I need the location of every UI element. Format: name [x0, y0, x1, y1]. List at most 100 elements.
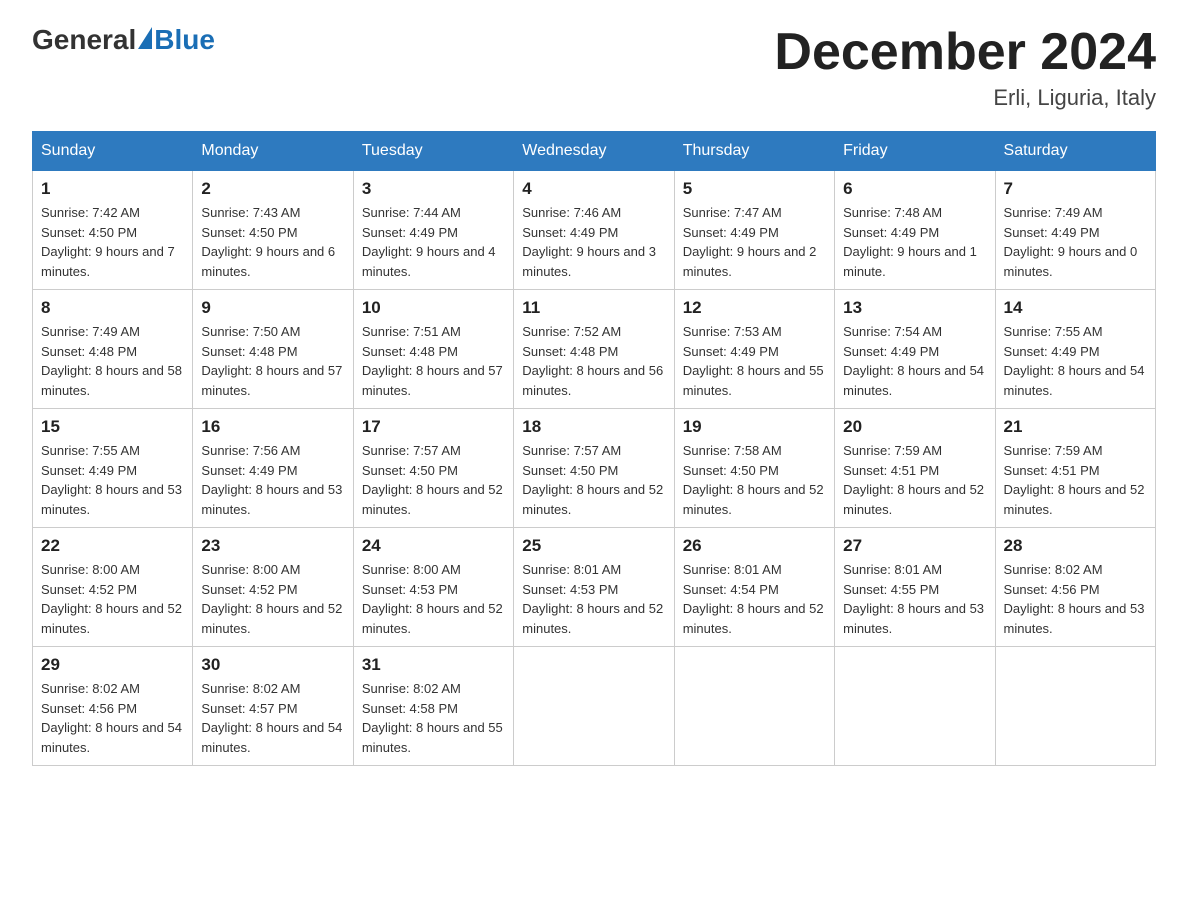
table-row: 19 Sunrise: 7:58 AMSunset: 4:50 PMDayligh… — [674, 409, 834, 528]
day-info: Sunrise: 8:01 AMSunset: 4:53 PMDaylight:… — [522, 560, 665, 638]
day-info: Sunrise: 7:55 AMSunset: 4:49 PMDaylight:… — [1004, 322, 1147, 400]
header-tuesday: Tuesday — [353, 132, 513, 171]
day-info: Sunrise: 7:55 AMSunset: 4:49 PMDaylight:… — [41, 441, 184, 519]
header-monday: Monday — [193, 132, 353, 171]
day-number: 16 — [201, 417, 344, 437]
table-row: 17Sunrise: 7:57 AMSunset: 4:50 PMDayligh… — [353, 409, 513, 528]
day-info: Sunrise: 8:02 AMSunset: 4:56 PMDaylight:… — [41, 679, 184, 757]
day-number: 9 — [201, 298, 344, 318]
day-number: 24 — [362, 536, 505, 556]
logo-triangle-icon — [138, 27, 152, 49]
table-row: 12 Sunrise: 7:53 AMSunset: 4:49 PMDayligh… — [674, 290, 834, 409]
logo: General Blue — [32, 24, 215, 56]
header-wednesday: Wednesday — [514, 132, 674, 171]
day-number: 4 — [522, 179, 665, 199]
day-info: Sunrise: 8:00 AMSunset: 4:53 PMDaylight:… — [362, 560, 505, 638]
day-number: 30 — [201, 655, 344, 675]
day-info: Sunrise: 7:49 AMSunset: 4:48 PMDaylight:… — [41, 322, 184, 400]
day-number: 7 — [1004, 179, 1147, 199]
header-friday: Friday — [835, 132, 995, 171]
day-number: 10 — [362, 298, 505, 318]
calendar-week-2: 8 Sunrise: 7:49 AMSunset: 4:48 PMDaylight… — [33, 290, 1156, 409]
day-number: 3 — [362, 179, 505, 199]
table-row: 9 Sunrise: 7:50 AMSunset: 4:48 PMDaylight… — [193, 290, 353, 409]
day-info: Sunrise: 7:51 AMSunset: 4:48 PMDaylight:… — [362, 322, 505, 400]
day-number: 14 — [1004, 298, 1147, 318]
day-info: Sunrise: 8:02 AMSunset: 4:57 PMDaylight:… — [201, 679, 344, 757]
day-number: 27 — [843, 536, 986, 556]
day-number: 12 — [683, 298, 826, 318]
day-number: 19 — [683, 417, 826, 437]
table-row: 11 Sunrise: 7:52 AMSunset: 4:48 PMDayligh… — [514, 290, 674, 409]
calendar-table: Sunday Monday Tuesday Wednesday Thursday… — [32, 131, 1156, 766]
day-number: 25 — [522, 536, 665, 556]
day-info: Sunrise: 7:53 AMSunset: 4:49 PMDaylight:… — [683, 322, 826, 400]
day-number: 8 — [41, 298, 184, 318]
day-info: Sunrise: 7:58 AMSunset: 4:50 PMDaylight:… — [683, 441, 826, 519]
calendar-week-1: 1 Sunrise: 7:42 AMSunset: 4:50 PMDaylight… — [33, 171, 1156, 290]
day-info: Sunrise: 7:57 AMSunset: 4:50 PMDaylight:… — [522, 441, 665, 519]
day-info: Sunrise: 7:46 AMSunset: 4:49 PMDaylight:… — [522, 203, 665, 281]
table-row: 21 Sunrise: 7:59 AMSunset: 4:51 PMDayligh… — [995, 409, 1155, 528]
table-row: 25 Sunrise: 8:01 AMSunset: 4:53 PMDayligh… — [514, 528, 674, 647]
table-row: 30 Sunrise: 8:02 AMSunset: 4:57 PMDayligh… — [193, 647, 353, 766]
table-row: 26Sunrise: 8:01 AMSunset: 4:54 PMDayligh… — [674, 528, 834, 647]
table-row — [674, 647, 834, 766]
day-number: 21 — [1004, 417, 1147, 437]
table-row — [835, 647, 995, 766]
table-row: 24 Sunrise: 8:00 AMSunset: 4:53 PMDayligh… — [353, 528, 513, 647]
header-sunday: Sunday — [33, 132, 193, 171]
day-info: Sunrise: 7:59 AMSunset: 4:51 PMDaylight:… — [1004, 441, 1147, 519]
calendar-header-row: Sunday Monday Tuesday Wednesday Thursday… — [33, 132, 1156, 171]
day-number: 1 — [41, 179, 184, 199]
day-info: Sunrise: 7:42 AMSunset: 4:50 PMDaylight:… — [41, 203, 184, 281]
calendar-week-5: 29Sunrise: 8:02 AMSunset: 4:56 PMDayligh… — [33, 647, 1156, 766]
table-row: 1 Sunrise: 7:42 AMSunset: 4:50 PMDaylight… — [33, 171, 193, 290]
day-info: Sunrise: 7:48 AMSunset: 4:49 PMDaylight:… — [843, 203, 986, 281]
day-number: 11 — [522, 298, 665, 318]
day-number: 31 — [362, 655, 505, 675]
day-number: 23 — [201, 536, 344, 556]
day-info: Sunrise: 7:59 AMSunset: 4:51 PMDaylight:… — [843, 441, 986, 519]
table-row: 27 Sunrise: 8:01 AMSunset: 4:55 PMDayligh… — [835, 528, 995, 647]
header-saturday: Saturday — [995, 132, 1155, 171]
day-number: 2 — [201, 179, 344, 199]
table-row: 2 Sunrise: 7:43 AMSunset: 4:50 PMDaylight… — [193, 171, 353, 290]
table-row: 28 Sunrise: 8:02 AMSunset: 4:56 PMDayligh… — [995, 528, 1155, 647]
table-row — [995, 647, 1155, 766]
table-row: 23Sunrise: 8:00 AMSunset: 4:52 PMDayligh… — [193, 528, 353, 647]
header-thursday: Thursday — [674, 132, 834, 171]
day-info: Sunrise: 7:57 AMSunset: 4:50 PMDaylight:… — [362, 441, 505, 519]
table-row: 4 Sunrise: 7:46 AMSunset: 4:49 PMDaylight… — [514, 171, 674, 290]
logo-blue-text: Blue — [154, 24, 215, 56]
table-row: 15Sunrise: 7:55 AMSunset: 4:49 PMDayligh… — [33, 409, 193, 528]
day-number: 6 — [843, 179, 986, 199]
day-number: 28 — [1004, 536, 1147, 556]
logo-general-text: General — [32, 24, 136, 56]
table-row — [514, 647, 674, 766]
day-info: Sunrise: 7:47 AMSunset: 4:49 PMDaylight:… — [683, 203, 826, 281]
day-number: 20 — [843, 417, 986, 437]
day-info: Sunrise: 8:00 AMSunset: 4:52 PMDaylight:… — [41, 560, 184, 638]
table-row: 31Sunrise: 8:02 AMSunset: 4:58 PMDayligh… — [353, 647, 513, 766]
day-info: Sunrise: 7:43 AMSunset: 4:50 PMDaylight:… — [201, 203, 344, 281]
table-row: 7 Sunrise: 7:49 AMSunset: 4:49 PMDaylight… — [995, 171, 1155, 290]
header: General Blue December 2024 Erli, Liguria… — [32, 24, 1156, 111]
day-info: Sunrise: 7:52 AMSunset: 4:48 PMDaylight:… — [522, 322, 665, 400]
table-row: 14 Sunrise: 7:55 AMSunset: 4:49 PMDayligh… — [995, 290, 1155, 409]
calendar-week-4: 22Sunrise: 8:00 AMSunset: 4:52 PMDayligh… — [33, 528, 1156, 647]
day-info: Sunrise: 7:49 AMSunset: 4:49 PMDaylight:… — [1004, 203, 1147, 281]
day-info: Sunrise: 7:44 AMSunset: 4:49 PMDaylight:… — [362, 203, 505, 281]
table-row: 3 Sunrise: 7:44 AMSunset: 4:49 PMDaylight… — [353, 171, 513, 290]
table-row: 29Sunrise: 8:02 AMSunset: 4:56 PMDayligh… — [33, 647, 193, 766]
table-row: 13Sunrise: 7:54 AMSunset: 4:49 PMDayligh… — [835, 290, 995, 409]
day-info: Sunrise: 7:56 AMSunset: 4:49 PMDaylight:… — [201, 441, 344, 519]
day-number: 13 — [843, 298, 986, 318]
day-info: Sunrise: 8:01 AMSunset: 4:54 PMDaylight:… — [683, 560, 826, 638]
day-info: Sunrise: 7:50 AMSunset: 4:48 PMDaylight:… — [201, 322, 344, 400]
day-info: Sunrise: 8:01 AMSunset: 4:55 PMDaylight:… — [843, 560, 986, 638]
table-row: 10 Sunrise: 7:51 AMSunset: 4:48 PMDayligh… — [353, 290, 513, 409]
calendar-week-3: 15Sunrise: 7:55 AMSunset: 4:49 PMDayligh… — [33, 409, 1156, 528]
day-info: Sunrise: 8:02 AMSunset: 4:56 PMDaylight:… — [1004, 560, 1147, 638]
table-row: 16 Sunrise: 7:56 AMSunset: 4:49 PMDayligh… — [193, 409, 353, 528]
